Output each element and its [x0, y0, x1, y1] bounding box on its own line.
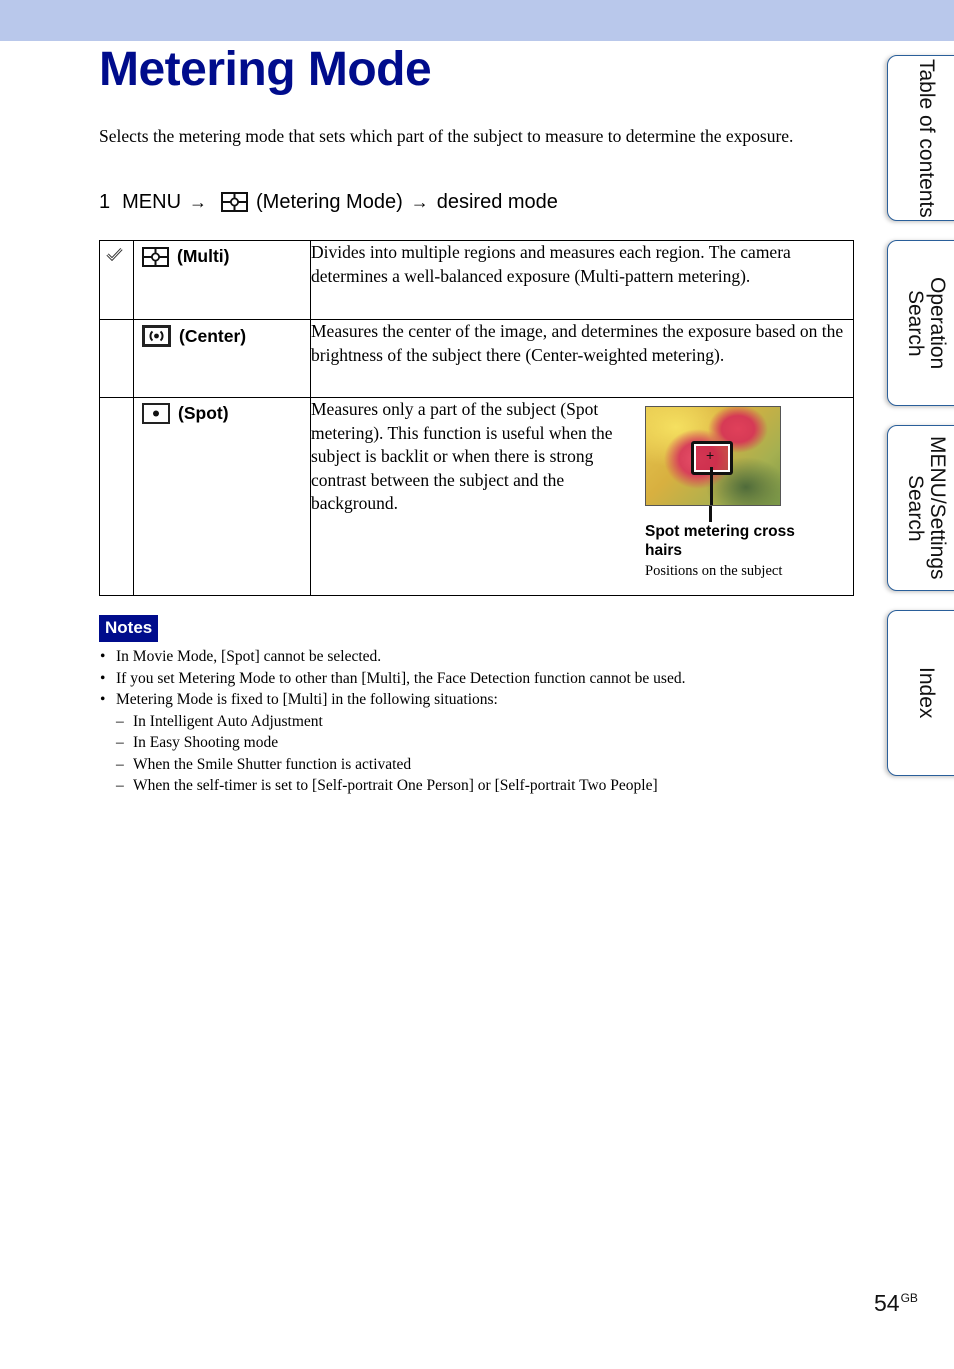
mode-name-cell: (Spot)	[133, 397, 311, 596]
tab-menu-settings-search[interactable]: MENU/Settings Search	[887, 425, 954, 591]
mode-name-cell: (Multi)	[133, 240, 311, 320]
page-title: Metering Mode	[99, 43, 432, 96]
selected-cell	[99, 240, 134, 320]
page-number: 54GB	[874, 1290, 918, 1316]
arrow-icon: →	[410, 192, 429, 212]
metering-mode-label: (Metering Mode)	[256, 191, 403, 213]
notes-badge: Notes	[99, 615, 159, 642]
metering-spot-icon	[142, 403, 170, 424]
note-subitem: – In Intelligent Auto Adjustment	[116, 712, 323, 730]
arrow-icon: →	[189, 192, 208, 212]
mode-label: (Spot)	[178, 403, 229, 423]
crosshair-icon: +	[706, 447, 715, 463]
leader-line	[710, 467, 713, 505]
tab-index[interactable]: Index	[887, 610, 954, 776]
mode-description: Divides into multiple regions and measur…	[310, 240, 854, 320]
mode-description-cell: Measures only a part of the subject (Spo…	[310, 397, 854, 596]
note-subitem: – When the Smile Shutter function is acti…	[116, 755, 412, 773]
menu-label: MENU	[122, 191, 182, 213]
note-item: • If you set Metering Mode to other than …	[100, 669, 686, 687]
step-number: 1	[99, 191, 111, 213]
notes-list: • In Movie Mode, [Spot] cannot be selecte…	[99, 646, 685, 797]
mode-label: (Center)	[179, 325, 247, 346]
table-row: (Multi) Divides into multiple regions an…	[99, 240, 854, 320]
check-icon	[106, 247, 123, 261]
table-row: (Spot) Measures only a part of the subje…	[99, 397, 854, 596]
metering-mode-table: (Multi) Divides into multiple regions an…	[99, 240, 854, 596]
step-instruction: 1 MENU → (Metering Mode) → desired mode	[99, 189, 558, 215]
header-band	[0, 0, 954, 41]
metering-multi-icon	[221, 192, 249, 212]
tab-operation-search[interactable]: Operation Search	[887, 240, 954, 406]
selected-cell	[99, 319, 134, 398]
table-row: (Center) Measures the center of the imag…	[99, 319, 854, 398]
metering-center-icon	[142, 325, 171, 347]
note-subitem: – In Easy Shooting mode	[116, 734, 279, 751]
selected-cell	[99, 397, 134, 596]
intro-text: Selects the metering mode that sets whic…	[99, 126, 794, 146]
note-item: • In Movie Mode, [Spot] cannot be selecte…	[100, 648, 382, 665]
mode-label: (Multi)	[177, 246, 230, 266]
leader-line	[709, 506, 712, 522]
metering-multi-icon	[142, 246, 169, 267]
spot-figure: + Spot metering cross hairs Positions on…	[645, 406, 835, 581]
rose-photo: +	[645, 406, 781, 506]
figure-subcaption: Positions on the subject	[645, 563, 783, 579]
figure-caption: Spot metering cross hairs	[645, 523, 795, 559]
target-label: desired mode	[436, 191, 558, 213]
note-subitem: – When the self-timer is set to [Self-por…	[116, 777, 658, 794]
mode-description: Measures the center of the image, and de…	[310, 319, 854, 398]
mode-name-cell: (Center)	[133, 319, 311, 398]
note-item: • Metering Mode is fixed to [Multi] in th…	[100, 691, 498, 708]
tab-table-of-contents[interactable]: Table of contents	[887, 55, 954, 221]
mode-description: Measures only a part of the subject (Spo…	[311, 399, 613, 513]
